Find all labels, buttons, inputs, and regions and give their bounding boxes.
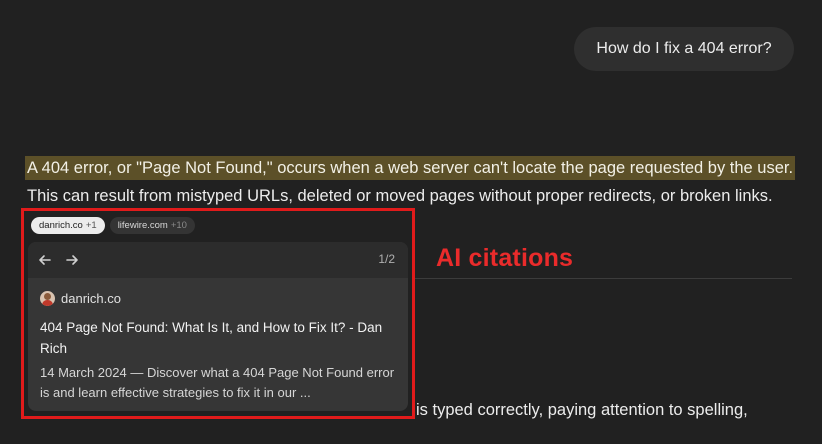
annotation-highlight-box [21, 208, 415, 419]
answer-line-1: A 404 error, or "Page Not Found," occurs… [25, 155, 796, 182]
section-divider [415, 278, 792, 279]
answer-partial-text: is typed correctly, paying attention to … [416, 401, 748, 419]
user-message-bubble: How do I fix a 404 error? [574, 27, 794, 71]
user-message-text: How do I fix a 404 error? [596, 40, 772, 57]
answer-line-2: This can result from mistyped URLs, dele… [27, 187, 773, 205]
annotation-label: AI citations [436, 244, 574, 272]
highlighted-answer-text: A 404 error, or "Page Not Found," occurs… [25, 156, 796, 180]
